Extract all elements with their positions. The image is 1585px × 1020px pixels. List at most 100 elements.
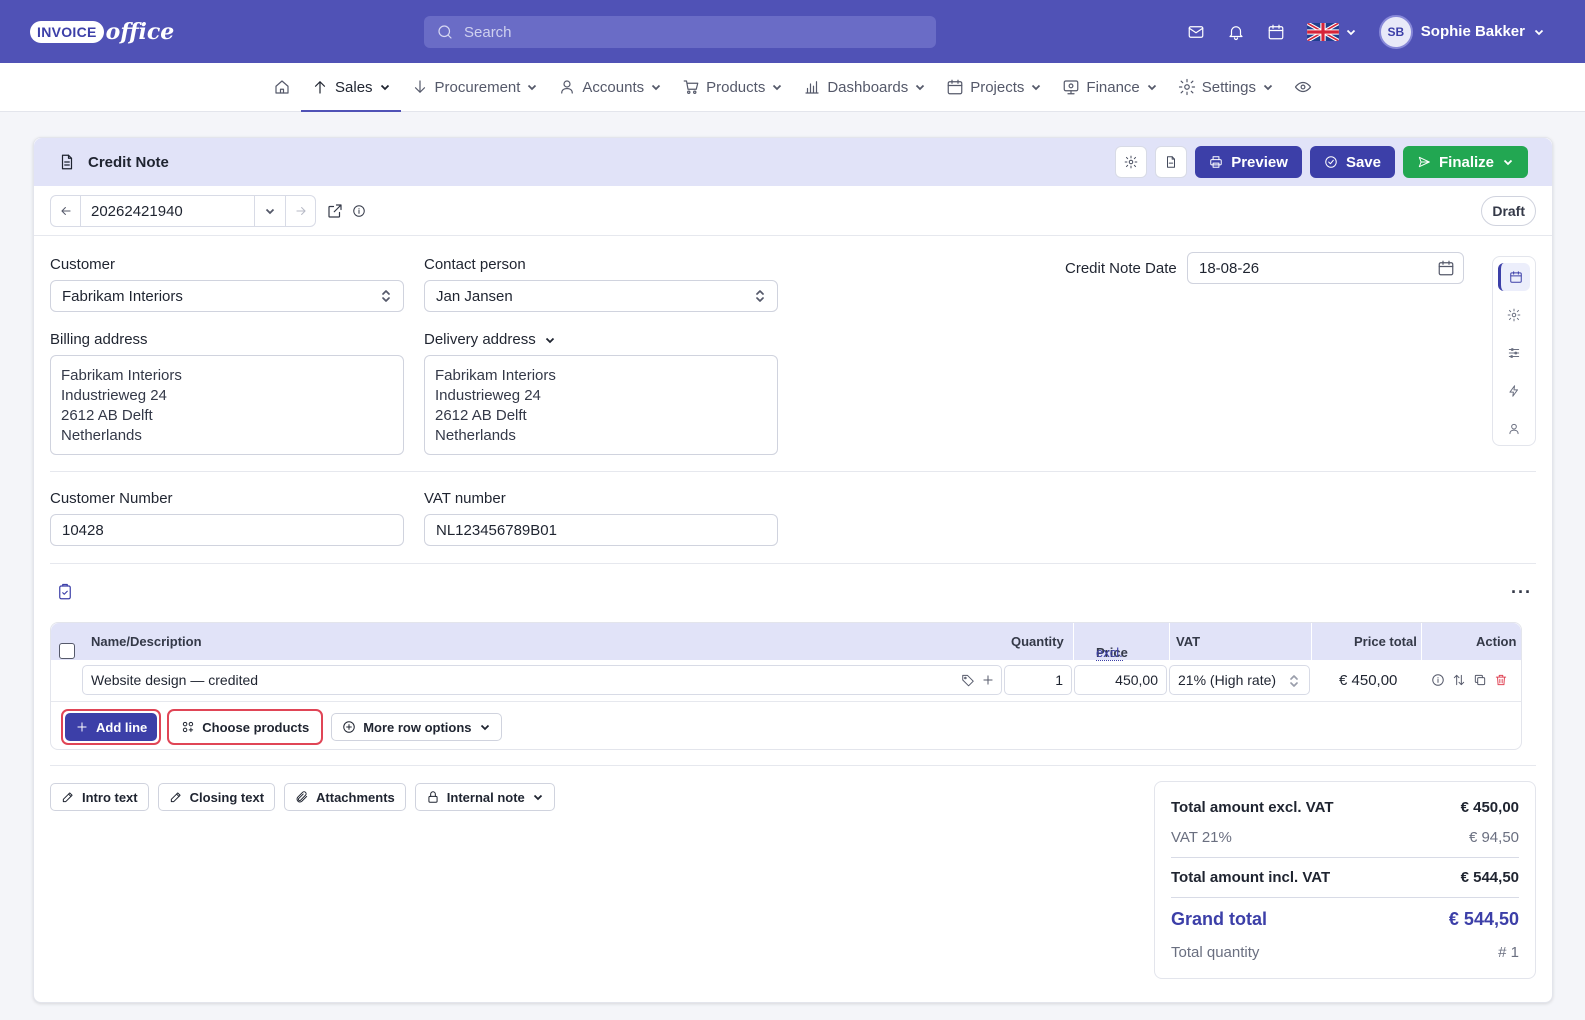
internal-note-label: Internal note — [446, 789, 525, 805]
nav-accounts[interactable]: Accounts — [548, 63, 672, 112]
intro-text-label: Intro text — [82, 789, 138, 805]
eye-icon — [1294, 78, 1312, 96]
copy-icon[interactable] — [1473, 673, 1487, 687]
intro-text-button[interactable]: Intro text — [50, 783, 149, 811]
more-row-options-button[interactable]: More row options — [331, 713, 502, 741]
customer-label: Customer — [50, 256, 116, 273]
external-link-icon[interactable] — [326, 202, 344, 220]
divider — [51, 701, 1521, 702]
add-line-label: Add line — [96, 719, 148, 735]
calendar-icon[interactable] — [1437, 259, 1455, 277]
nav-sales[interactable]: Sales — [301, 63, 401, 112]
calendar-icon — [1509, 270, 1523, 284]
nav-procurement[interactable]: Procurement — [401, 63, 549, 112]
arrow-up-icon — [311, 78, 329, 96]
vat-number-input[interactable]: NL123456789B01 — [424, 514, 778, 546]
top-right-tools: SB Sophie Bakker — [1187, 0, 1545, 63]
info-icon[interactable] — [352, 204, 366, 218]
preview-button[interactable]: Preview — [1195, 146, 1302, 178]
person-tool[interactable] — [1498, 415, 1530, 443]
main-nav: Sales Procurement Accounts Products Dash… — [0, 63, 1585, 112]
gear-icon — [1178, 78, 1196, 96]
document-number[interactable]: 20262421940 — [81, 196, 255, 226]
nav-projects[interactable]: Projects — [936, 63, 1052, 112]
quantity-input[interactable]: 1 — [1004, 665, 1072, 695]
calendar-icon[interactable] — [1267, 23, 1285, 41]
total-excl-value: € 450,00 — [1460, 799, 1519, 816]
finalize-button[interactable]: Finalize — [1402, 146, 1528, 178]
save-button[interactable]: Save — [1309, 146, 1395, 178]
delivery-address[interactable]: Fabrikam Interiors Industrieweg 24 2612 … — [424, 355, 778, 455]
logo-pill: INVOICE — [30, 21, 104, 43]
nav-home[interactable] — [263, 63, 301, 112]
divider — [50, 471, 1536, 472]
user-menu[interactable]: SB Sophie Bakker — [1378, 14, 1545, 49]
updown-icon — [1287, 674, 1301, 688]
customer-select[interactable]: Fabrikam Interiors — [50, 280, 404, 312]
chevron-down-icon — [650, 81, 662, 93]
reorder-icon[interactable] — [1452, 673, 1466, 687]
price-excl-toggle[interactable]: excl. — [1096, 645, 1123, 661]
total-incl-label: Total amount incl. VAT — [1171, 869, 1331, 886]
search-bar — [424, 16, 936, 48]
trash-icon[interactable] — [1494, 673, 1508, 687]
vat-total-label: VAT 21% — [1171, 829, 1232, 846]
filters-tool[interactable] — [1498, 339, 1530, 367]
nav-dashboards[interactable]: Dashboards — [793, 63, 936, 112]
total-quantity-value: # 1 — [1498, 944, 1519, 961]
nav-sales-label: Sales — [335, 78, 373, 96]
billing-address[interactable]: Fabrikam Interiors Industrieweg 24 2612 … — [50, 355, 404, 455]
customer-number-input[interactable]: 10428 — [50, 514, 404, 546]
automation-tool[interactable] — [1498, 377, 1530, 405]
plus-icon[interactable] — [981, 673, 995, 687]
tag-icon[interactable] — [961, 673, 975, 687]
chevron-down-icon — [532, 791, 544, 803]
billing-line: 2612 AB Delft — [61, 407, 153, 424]
bell-icon[interactable] — [1227, 23, 1245, 41]
previous-document-button[interactable] — [51, 196, 81, 226]
document-icon — [58, 153, 76, 171]
calendar-tool[interactable] — [1498, 263, 1530, 291]
line-buttons: Add line Choose products More row option… — [61, 709, 502, 745]
language-selector[interactable] — [1306, 22, 1357, 41]
search-input[interactable] — [464, 23, 904, 41]
next-document-button[interactable] — [285, 196, 315, 226]
search-icon — [436, 23, 454, 41]
total-incl-value: € 544,50 — [1460, 869, 1519, 886]
info-icon[interactable] — [1431, 673, 1445, 687]
chevron-down-icon — [1030, 81, 1042, 93]
clipboard-check-icon[interactable] — [56, 583, 74, 601]
delivery-label-toggle[interactable]: Delivery address — [424, 331, 556, 348]
status-badge: Draft — [1481, 196, 1536, 226]
attachments-button[interactable]: Attachments — [284, 783, 406, 811]
more-options-icon[interactable]: ··· — [1511, 582, 1532, 603]
chevron-down-icon — [1146, 81, 1158, 93]
divider — [1171, 857, 1519, 858]
row-actions — [1431, 673, 1508, 687]
nav-settings[interactable]: Settings — [1168, 63, 1284, 112]
settings-button[interactable] — [1115, 146, 1148, 178]
total-excl-row: Total amount excl. VAT € 450,00 — [1171, 799, 1519, 816]
settings-tool[interactable] — [1498, 301, 1530, 329]
mail-icon[interactable] — [1187, 23, 1205, 41]
nav-finance[interactable]: Finance — [1052, 63, 1167, 112]
delivery-line: 2612 AB Delft — [435, 407, 527, 424]
price-input[interactable]: 450,00 — [1074, 665, 1167, 695]
closing-text-button[interactable]: Closing text — [157, 783, 276, 811]
date-input[interactable]: 18-08-26 — [1187, 252, 1464, 284]
nav-products[interactable]: Products — [672, 63, 793, 112]
vat-select[interactable]: 21% (High rate) — [1169, 665, 1310, 695]
app-logo[interactable]: INVOICE office — [30, 12, 174, 52]
nav-view[interactable] — [1284, 63, 1322, 112]
choose-products-highlight: Choose products — [167, 709, 324, 745]
contact-value: Jan Jansen — [436, 287, 513, 305]
description-input[interactable]: Website design — credited — [82, 665, 1002, 695]
divider — [50, 765, 1536, 766]
choose-products-button[interactable]: Choose products — [171, 713, 320, 741]
contact-select[interactable]: Jan Jansen — [424, 280, 778, 312]
delivery-line: Netherlands — [435, 427, 516, 444]
add-line-button[interactable]: Add line — [65, 713, 158, 741]
pdf-button[interactable] — [1155, 146, 1188, 178]
document-number-dropdown[interactable] — [255, 196, 285, 226]
internal-note-button[interactable]: Internal note — [414, 783, 555, 811]
